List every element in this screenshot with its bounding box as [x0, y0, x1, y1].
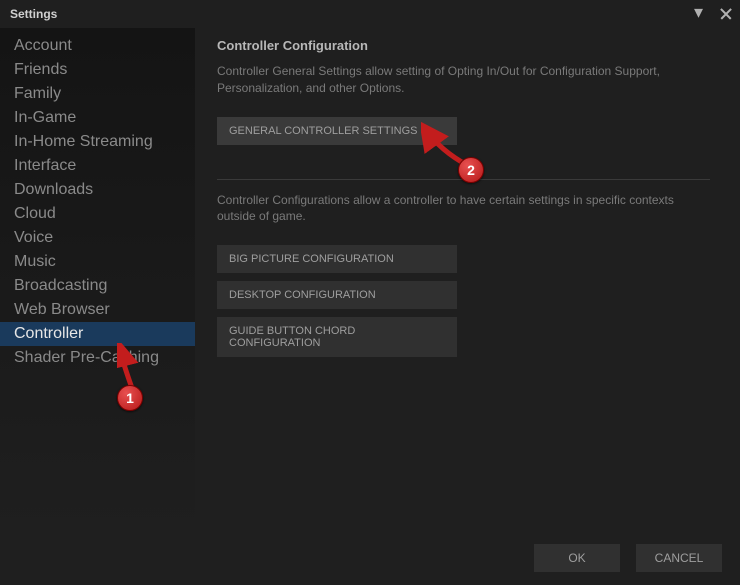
window-controls: ▾ [694, 7, 732, 21]
sidebar-item-voice[interactable]: Voice [0, 226, 195, 250]
general-description: Controller General Settings allow settin… [217, 63, 710, 97]
sidebar-item-in-game[interactable]: In-Game [0, 106, 195, 130]
body: Account Friends Family In-Game In-Home S… [0, 28, 740, 531]
annotation-badge-1: 1 [117, 385, 143, 411]
general-controller-settings-button[interactable]: GENERAL CONTROLLER SETTINGS [217, 117, 457, 145]
window-title: Settings [8, 7, 57, 21]
sidebar-item-controller[interactable]: Controller [0, 322, 195, 346]
settings-window: Settings ▾ Account Friends Family In-Gam… [0, 0, 740, 585]
sidebar-item-interface[interactable]: Interface [0, 154, 195, 178]
config-description: Controller Configurations allow a contro… [217, 192, 710, 226]
sidebar-item-broadcasting[interactable]: Broadcasting [0, 274, 195, 298]
sidebar-item-music[interactable]: Music [0, 250, 195, 274]
sidebar-item-cloud[interactable]: Cloud [0, 202, 195, 226]
ok-button[interactable]: OK [534, 544, 620, 572]
sidebar-item-friends[interactable]: Friends [0, 58, 195, 82]
sidebar-item-account[interactable]: Account [0, 34, 195, 58]
close-icon[interactable] [720, 8, 732, 20]
titlebar: Settings ▾ [0, 0, 740, 28]
desktop-config-button[interactable]: DESKTOP CONFIGURATION [217, 281, 457, 309]
sidebar-item-family[interactable]: Family [0, 82, 195, 106]
cancel-button[interactable]: CANCEL [636, 544, 722, 572]
sidebar-item-web-browser[interactable]: Web Browser [0, 298, 195, 322]
guide-button-config-button[interactable]: GUIDE BUTTON CHORD CONFIGURATION [217, 317, 457, 357]
section-heading: Controller Configuration [217, 38, 710, 53]
footer: OK CANCEL [0, 531, 740, 585]
annotation-badge-2: 2 [458, 157, 484, 183]
sidebar-item-in-home-streaming[interactable]: In-Home Streaming [0, 130, 195, 154]
content-panel: Controller Configuration Controller Gene… [195, 28, 740, 531]
minimize-icon[interactable]: ▾ [694, 7, 708, 21]
sidebar-item-downloads[interactable]: Downloads [0, 178, 195, 202]
big-picture-config-button[interactable]: BIG PICTURE CONFIGURATION [217, 245, 457, 273]
sidebar: Account Friends Family In-Game In-Home S… [0, 28, 195, 531]
sidebar-item-shader-pre-caching[interactable]: Shader Pre-Caching [0, 346, 195, 370]
